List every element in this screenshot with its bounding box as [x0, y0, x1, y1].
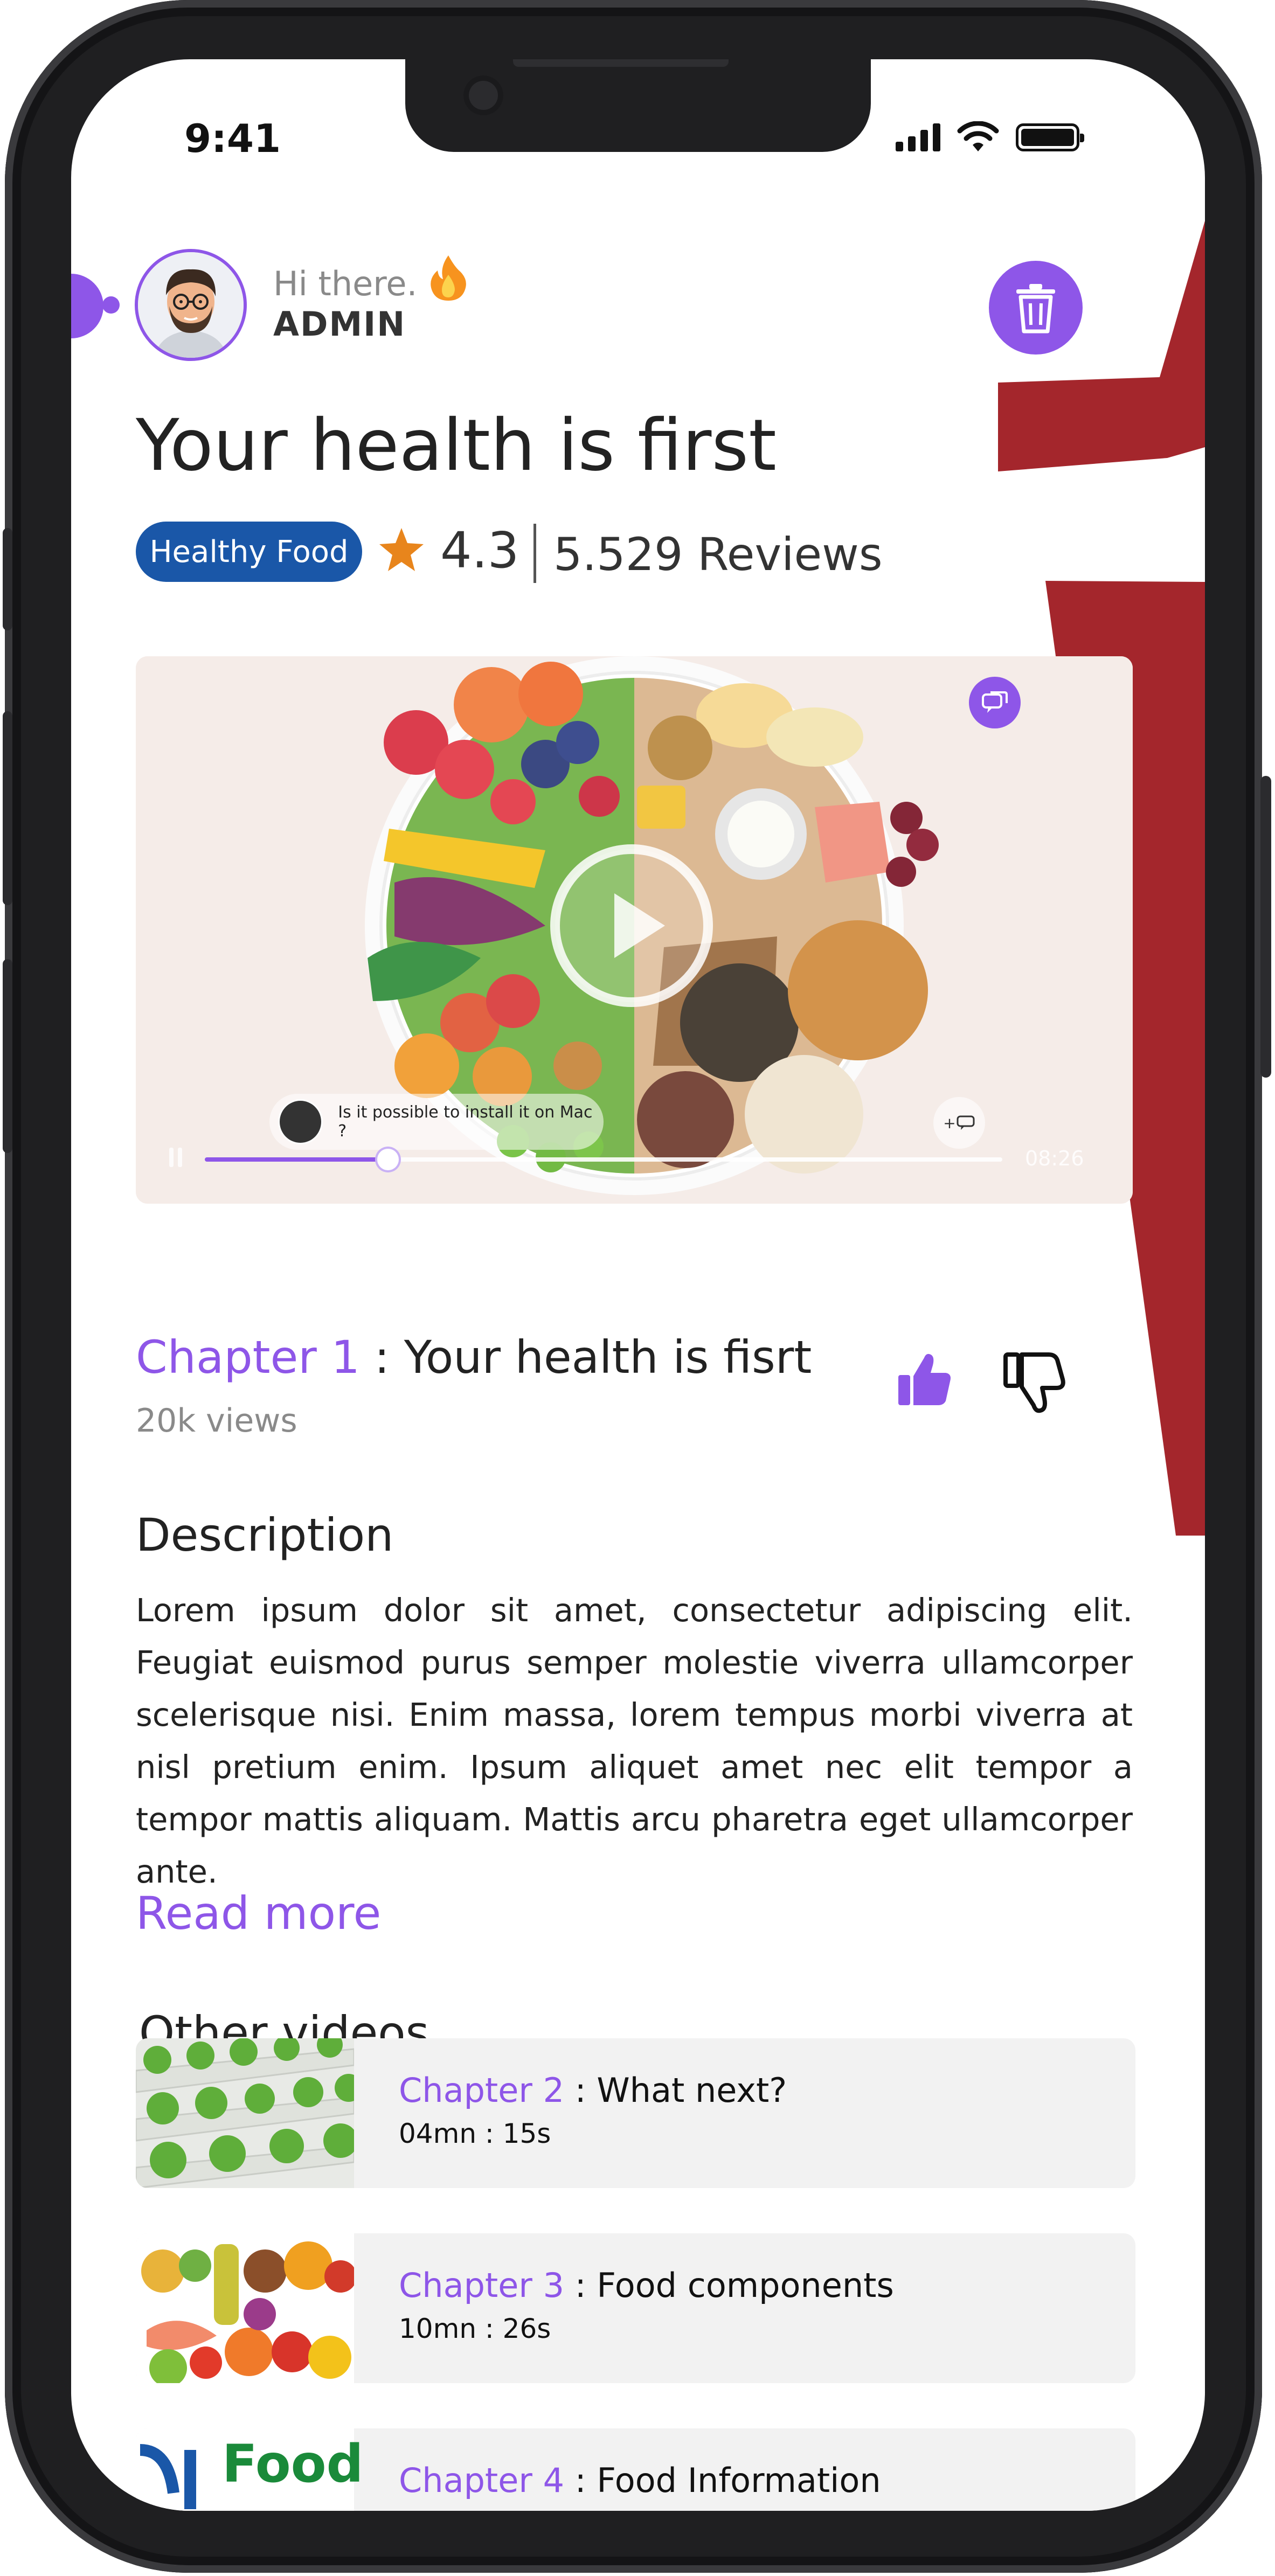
- phone-frame: 9:41 Hi there. ADMIN Your health is firs…: [3, 0, 1271, 2573]
- pager-dot[interactable]: [102, 296, 120, 314]
- video-card-chapter-title: : What next?: [564, 2071, 787, 2110]
- chapter-label: Chapter 1: [136, 1331, 360, 1384]
- thumbnail-food-information: Food: [136, 2428, 363, 2511]
- video-card-title: Chapter 2 : What next?: [399, 2071, 787, 2110]
- chapter-heading: Chapter 1 : Your health is fisrt: [136, 1331, 812, 1384]
- video-card-chapter-title: : Food components: [564, 2266, 894, 2305]
- video-card-chapter-2[interactable]: Chapter 2 : What next? 04mn : 15s: [136, 2038, 1135, 2188]
- video-card-duration: 10mn : 26s: [399, 2313, 551, 2344]
- thumbnail-lettuce-farm: [136, 2038, 354, 2188]
- power-button: [1260, 776, 1271, 1078]
- username: ADMIN: [273, 304, 406, 344]
- read-more-link[interactable]: Read more: [136, 1887, 381, 1940]
- greeting-text: Hi there.: [273, 264, 418, 303]
- delete-button[interactable]: [989, 261, 1083, 355]
- reviews-count[interactable]: 5.529 Reviews: [553, 528, 883, 581]
- mute-switch: [3, 528, 12, 630]
- progress-bar[interactable]: [205, 1149, 1002, 1170]
- video-card-title: Chapter 4 : Food Information: [399, 2461, 881, 2500]
- signal-icon: [896, 123, 940, 151]
- add-comment-label: +: [943, 1114, 956, 1132]
- commenter-avatar: [278, 1099, 323, 1144]
- video-card-chapter-label: Chapter 3: [399, 2266, 565, 2305]
- video-card-chapter-4[interactable]: Food Chapter 4 : Food Information: [136, 2428, 1135, 2511]
- screen: 9:41 Hi there. ADMIN Your health is firs…: [71, 59, 1205, 2511]
- category-tag[interactable]: Healthy Food: [136, 522, 362, 582]
- view-count: 20k views: [136, 1402, 297, 1440]
- battery-icon: [1016, 123, 1084, 151]
- pause-icon[interactable]: [169, 1148, 182, 1167]
- video-card-chapter-title: : Food Information: [564, 2461, 881, 2500]
- description-title: Description: [136, 1509, 394, 1561]
- speaker: [513, 59, 729, 67]
- wifi-icon: [957, 121, 999, 151]
- video-player[interactable]: Is it possible to install it on Mac ? + …: [136, 656, 1133, 1204]
- star-icon: [379, 528, 424, 571]
- progress-fill: [205, 1157, 389, 1162]
- video-card-chapter-label: Chapter 4: [399, 2461, 565, 2500]
- thumbnail-food-text: Food: [222, 2434, 364, 2494]
- video-card-chapter-label: Chapter 2: [399, 2071, 565, 2110]
- notch: [405, 59, 871, 152]
- video-card-duration: 04mn : 15s: [399, 2118, 551, 2149]
- chapter-separator: :: [359, 1331, 404, 1384]
- status-time: 9:41: [184, 116, 281, 161]
- status-icons: [896, 119, 1084, 156]
- video-duration: 08:26: [1025, 1147, 1084, 1170]
- pager-dot-active[interactable]: [71, 274, 103, 338]
- front-camera: [463, 75, 503, 115]
- trash-icon: [1016, 284, 1055, 334]
- video-card-chapter-3[interactable]: Chapter 3 : Food components 10mn : 26s: [136, 2233, 1135, 2383]
- thumbs-up-icon[interactable]: [892, 1347, 957, 1412]
- chapter-title: Your health is fisrt: [404, 1331, 812, 1384]
- rating-divider: [533, 524, 536, 583]
- add-comment-button[interactable]: +: [933, 1097, 985, 1149]
- fire-icon: [431, 255, 466, 301]
- volume-down-button: [3, 959, 12, 1153]
- avatar[interactable]: [135, 249, 247, 361]
- avatar-illustration: [138, 252, 244, 358]
- comment-icon[interactable]: [969, 677, 1021, 728]
- chat-icon: [957, 1115, 975, 1130]
- comment-text: Is it possible to install it on Mac ?: [338, 1103, 593, 1141]
- video-card-title: Chapter 3 : Food components: [399, 2266, 894, 2305]
- volume-up-button: [3, 711, 12, 905]
- rating-value: 4.3: [440, 522, 519, 579]
- comment-bubble[interactable]: Is it possible to install it on Mac ?: [269, 1094, 604, 1150]
- thumbnail-food-components: [136, 2233, 354, 2383]
- description-text: Lorem ipsum dolor sit amet, consectetur …: [136, 1592, 1133, 1890]
- thumbs-down-icon[interactable]: [999, 1347, 1069, 1417]
- page-title: Your health is first: [136, 404, 777, 487]
- play-icon[interactable]: [545, 839, 718, 1012]
